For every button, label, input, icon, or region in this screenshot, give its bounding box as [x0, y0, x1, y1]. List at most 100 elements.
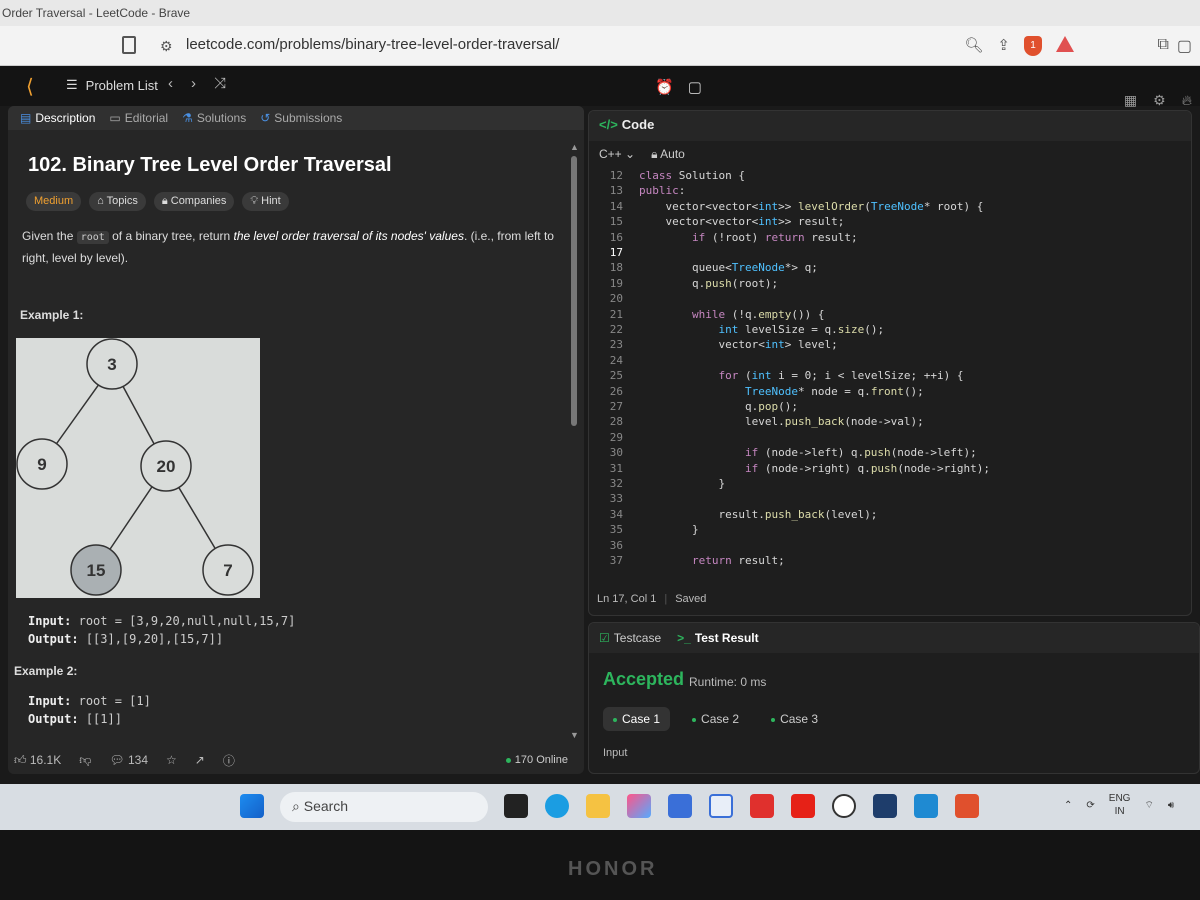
- code-line[interactable]: 23 vector<int> level;: [589, 338, 1191, 353]
- star-icon[interactable]: ☆: [166, 753, 177, 767]
- gear-icon[interactable]: ⚙: [1153, 92, 1166, 109]
- tab-solutions[interactable]: ⚗ Solutions: [182, 106, 246, 130]
- help-icon[interactable]: ⓘ: [223, 752, 235, 769]
- shuffle-icon[interactable]: ⤨: [214, 75, 226, 92]
- windows-start-icon[interactable]: [240, 794, 264, 818]
- tree-svg: 3 9 20 15 7: [16, 338, 254, 596]
- copilot-icon[interactable]: [627, 794, 651, 818]
- app-icon[interactable]: [873, 794, 897, 818]
- code-line[interactable]: 32 }: [589, 477, 1191, 492]
- description-scrollbar[interactable]: ▲ ▼: [570, 140, 579, 740]
- extensions-icon[interactable]: ⧉: [1157, 36, 1168, 56]
- code-line[interactable]: 36: [589, 539, 1191, 554]
- scroll-up-icon[interactable]: ▲: [570, 142, 579, 152]
- code-line[interactable]: 35 }: [589, 523, 1191, 538]
- code-line[interactable]: 28 level.push_back(node->val);: [589, 415, 1191, 430]
- case-1-tab[interactable]: Case 1: [603, 707, 671, 731]
- wifi-icon[interactable]: ⌔: [1144, 799, 1153, 812]
- tab-test-result[interactable]: >_ Test Result: [677, 631, 758, 645]
- code-line[interactable]: 14 vector<vector<int>> levelOrder(TreeNo…: [589, 200, 1191, 215]
- code-editor[interactable]: 12 class Solution {13 public: 14 vector<vec…: [589, 169, 1191, 569]
- sidebar-icon[interactable]: ▢: [1177, 36, 1192, 56]
- file-explorer-icon[interactable]: [586, 794, 610, 818]
- site-settings-icon[interactable]: ⚙: [160, 38, 173, 55]
- language-select[interactable]: C++ ⌄: [599, 147, 635, 162]
- scrollbar-thumb[interactable]: [571, 156, 577, 426]
- line-number: 35: [609, 523, 623, 537]
- youtube-icon[interactable]: [791, 794, 815, 818]
- code-line[interactable]: 37 return result;: [589, 554, 1191, 569]
- code-line[interactable]: 12 class Solution {: [589, 169, 1191, 184]
- language-indicator[interactable]: ENG IN: [1109, 792, 1131, 818]
- case-2-tab[interactable]: Case 2: [682, 707, 749, 731]
- code-line[interactable]: 16 if (!root) return result;: [589, 231, 1191, 246]
- prev-problem-icon[interactable]: ‹: [168, 75, 173, 92]
- anydesk-icon[interactable]: [750, 794, 774, 818]
- tab-description[interactable]: ▤ Description: [20, 106, 95, 130]
- line-text: if (node->left) q.push(node->left);: [744, 446, 977, 460]
- timer-icon[interactable]: ⏰: [655, 78, 674, 96]
- code-line[interactable]: 33: [589, 492, 1191, 507]
- layout-icon[interactable]: ▦: [1124, 92, 1137, 109]
- code-line[interactable]: 13 public:: [589, 184, 1191, 199]
- taskbar-search[interactable]: ⌕ Search: [280, 792, 488, 822]
- zoom-icon[interactable]: 🔍︎: [964, 36, 983, 56]
- problem-tags: Medium ⌂ Topics 🔒︎ Companies 💡︎ Hint: [26, 192, 289, 211]
- code-line[interactable]: 19 q.push(root);: [589, 277, 1191, 292]
- tab-submissions[interactable]: ↺ Submissions: [260, 106, 342, 130]
- code-line[interactable]: 26 TreeNode* node = q.front();: [589, 385, 1191, 400]
- code-line[interactable]: 27 q.pop();: [589, 400, 1191, 415]
- share-icon[interactable]: ⇪: [997, 36, 1010, 56]
- bookmark-icon[interactable]: [122, 36, 136, 54]
- brave-shield-icon[interactable]: 1: [1024, 36, 1042, 56]
- next-problem-icon[interactable]: ›: [191, 75, 196, 92]
- auto-mode[interactable]: 🔒︎ Auto: [651, 147, 685, 162]
- edge-icon[interactable]: [545, 794, 569, 818]
- brave-rewards-icon[interactable]: [1056, 36, 1074, 52]
- notes-icon[interactable]: ▢: [688, 78, 702, 96]
- volume-icon[interactable]: 🔊︎: [1168, 800, 1174, 811]
- code-line[interactable]: 34 result.push_back(level);: [589, 508, 1191, 523]
- threads-icon[interactable]: [832, 794, 856, 818]
- case-3-tab[interactable]: Case 3: [761, 707, 828, 731]
- line-number: 33: [609, 492, 623, 506]
- streak-icon[interactable]: 🔥︎: [1182, 92, 1192, 109]
- code-line[interactable]: 24: [589, 354, 1191, 369]
- task-view-icon[interactable]: [504, 794, 528, 818]
- brave-icon[interactable]: [955, 794, 979, 818]
- problem-title[interactable]: 102. Binary Tree Level Order Traversal: [28, 154, 392, 177]
- leetcode-logo-icon[interactable]: ⟨: [26, 74, 34, 99]
- like-button[interactable]: 👍︎ 16.1K: [14, 753, 61, 768]
- store-icon[interactable]: [668, 794, 692, 818]
- code-line[interactable]: 25 for (int i = 0; i < levelSize; ++i) {: [589, 369, 1191, 384]
- tab-testcase[interactable]: ☑ Testcase: [599, 631, 661, 645]
- code-line[interactable]: 18 queue<TreeNode*> q;: [589, 261, 1191, 276]
- code-line[interactable]: 21 while (!q.empty()) {: [589, 308, 1191, 323]
- comments-button[interactable]: 💬︎ 134: [109, 753, 148, 767]
- tab-editorial[interactable]: ▭ Editorial: [109, 106, 168, 130]
- online-dot: [505, 758, 511, 763]
- companies-tag[interactable]: 🔒︎ Companies: [153, 192, 235, 211]
- tree-node-label: 7: [223, 561, 232, 580]
- code-line[interactable]: 17: [589, 246, 1191, 261]
- code-line[interactable]: 30 if (node->left) q.push(node->left);: [589, 446, 1191, 461]
- code-line[interactable]: 22 int levelSize = q.size();: [589, 323, 1191, 338]
- system-tray: ⌃ ⟳ ENG IN ⌔ 🔊︎: [1064, 792, 1174, 818]
- code-line[interactable]: 20: [589, 292, 1191, 307]
- external-link-icon[interactable]: ↗: [195, 753, 205, 767]
- line-text: queue<TreeNode*> q;: [639, 261, 818, 275]
- vscode-icon[interactable]: [914, 794, 938, 818]
- hint-tag[interactable]: 💡︎ Hint: [242, 192, 289, 211]
- code-line[interactable]: 15 vector<vector<int>> result;: [589, 215, 1191, 230]
- topics-tag[interactable]: ⌂ Topics: [89, 192, 146, 211]
- chevron-up-icon[interactable]: ⌃: [1064, 800, 1072, 811]
- screen: Order Traversal - LeetCode - Brave ⚙ lee…: [0, 0, 1200, 900]
- app-icon[interactable]: [709, 794, 733, 818]
- url-field[interactable]: leetcode.com/problems/binary-tree-level-…: [186, 36, 559, 53]
- dislike-icon[interactable]: 👎︎: [79, 753, 91, 768]
- code-line[interactable]: 31 if (node->right) q.push(node->right);: [589, 462, 1191, 477]
- problem-list-button[interactable]: ☰ Problem List: [66, 77, 158, 93]
- sync-icon[interactable]: ⟳: [1086, 800, 1094, 811]
- scroll-down-icon[interactable]: ▼: [570, 730, 579, 740]
- code-line[interactable]: 29: [589, 431, 1191, 446]
